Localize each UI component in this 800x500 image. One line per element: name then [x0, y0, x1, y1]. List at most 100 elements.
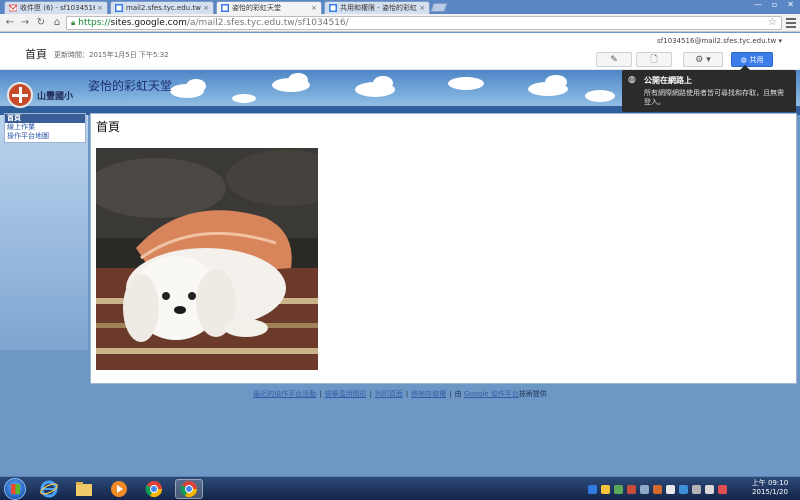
globe-icon: ◍ — [628, 75, 636, 85]
tab-label: 共用和權限 - 姿怡的彩虹 — [340, 4, 417, 12]
tab-label: 收件匣 (6) - sf1034516@ — [20, 4, 95, 12]
clock-time: 上午 09:10 — [751, 479, 789, 487]
sidebar-item-site-map[interactable]: 操作平台地圖 — [5, 132, 85, 141]
recent-activity-link[interactable]: 最近的協作平台活動 — [253, 390, 316, 398]
tab-gmail[interactable]: 收件匣 (6) - sf1034516@ × — [4, 1, 108, 14]
home-icon[interactable]: ⌂ — [51, 17, 63, 29]
close-window-icon[interactable]: ✕ — [787, 0, 794, 10]
close-icon[interactable]: × — [419, 4, 425, 12]
chrome-icon — [180, 481, 198, 498]
share-button[interactable]: ◍ 共用 — [731, 52, 773, 67]
school-logo — [7, 82, 33, 108]
tray-app-icon[interactable] — [679, 484, 688, 494]
bookmark-star-icon[interactable]: ☆ — [768, 17, 777, 28]
footer-by: 由 — [454, 390, 462, 398]
tray-app-icon[interactable] — [653, 484, 662, 494]
new-tab-button[interactable] — [430, 3, 448, 12]
system-tray — [588, 483, 738, 495]
footer-provided: 技術提供 — [518, 390, 547, 398]
taskbar: 上午 09:10 2015/1/20 — [0, 476, 800, 500]
edit-page-button[interactable]: ✎ — [596, 52, 632, 67]
reload-icon[interactable]: ↻ — [35, 17, 47, 29]
windows-logo-icon — [11, 484, 20, 494]
main-content: 首頁 — [90, 113, 797, 384]
share-label: 共用 — [749, 55, 764, 64]
tab-label: mail2.sfes.tyc.edu.tw 協作 — [126, 4, 201, 12]
sites-icon — [115, 4, 123, 12]
remove-access-link[interactable]: 移除存取權 — [411, 390, 446, 398]
forward-icon[interactable]: → — [19, 17, 31, 29]
window-controls: — ▫ ✕ — [754, 0, 794, 10]
tab-label: 姿怡的彩虹天堂 — [232, 4, 281, 12]
tab-mail2-sites[interactable]: mail2.sfes.tyc.edu.tw 協作 × — [110, 1, 214, 14]
flag-icon[interactable] — [718, 484, 727, 494]
sites-icon — [329, 4, 337, 12]
start-button[interactable] — [4, 478, 26, 500]
folder-icon — [76, 482, 92, 496]
print-page-link[interactable]: 列印頁面 — [375, 390, 403, 398]
site-name[interactable]: 姿怡的彩虹天堂 — [88, 77, 172, 94]
address-bar[interactable]: 🔒︎ https://sites.google.com/a/mail2.sfes… — [66, 16, 782, 30]
taskbar-ie[interactable] — [35, 479, 63, 499]
sidebar-background — [0, 115, 88, 350]
taskbar-media-player[interactable] — [105, 479, 133, 499]
globe-icon: ◍ — [740, 55, 747, 64]
dog-photo — [96, 148, 318, 370]
tab-sharing[interactable]: 共用和權限 - 姿怡的彩虹 × — [324, 1, 430, 14]
back-icon[interactable]: ← — [4, 17, 16, 29]
account-menu[interactable]: sf1034516@mail2.sfes.tyc.edu.tw ▾ — [657, 37, 782, 45]
close-icon[interactable]: × — [203, 4, 209, 12]
tray-app-icon[interactable] — [640, 484, 649, 494]
taskbar-clock[interactable]: 上午 09:10 2015/1/20 — [745, 479, 795, 497]
more-actions-button[interactable]: ⚙ ▾ — [683, 52, 723, 67]
taskbar-explorer[interactable] — [70, 479, 98, 499]
school-name: 山豐國小 — [37, 92, 74, 102]
sidebar-item-online-homework[interactable]: 線上作業 — [5, 123, 85, 132]
clock-date: 2015/1/20 — [752, 488, 788, 496]
tray-app-icon[interactable] — [627, 484, 636, 494]
tooltip-title: 公開在網路上 — [644, 76, 692, 85]
cloud-decoration — [232, 94, 256, 103]
site-footer: 最近的協作平台活動 | 檢舉濫用情形 | 列印頁面 | 移除存取權 | 由 Google 協作平… — [253, 390, 547, 398]
cloud-decoration — [373, 76, 393, 90]
gmail-icon — [9, 4, 17, 12]
help-icon[interactable] — [601, 484, 610, 494]
new-page-button[interactable]: 🗋︎ — [636, 52, 672, 67]
content-title: 首頁 — [96, 120, 121, 134]
close-icon[interactable]: × — [97, 4, 103, 12]
chrome-icon — [145, 481, 163, 498]
lock-icon: 🔒︎ — [71, 18, 76, 27]
close-icon[interactable]: × — [311, 4, 317, 12]
url-host: sites.google.com — [110, 18, 187, 28]
dog-photo-image — [96, 148, 318, 370]
media-player-icon — [111, 481, 127, 497]
updated-time: 更新時間：2015年1月5日 下午5:32 — [54, 51, 169, 59]
network-icon[interactable] — [692, 484, 701, 494]
visibility-tooltip: ◍ 公開在網路上 所有網際網路使用者皆可尋找和存取，且無需登入。 — [622, 65, 796, 112]
maximize-icon[interactable]: ▫ — [772, 0, 777, 10]
google-sites-link[interactable]: Google 協作平台 — [464, 390, 519, 398]
volume-icon[interactable] — [705, 484, 714, 494]
ie-icon — [40, 480, 58, 498]
taskbar-chrome[interactable] — [140, 479, 168, 499]
url-scheme: https:// — [78, 18, 111, 28]
tray-app-icon[interactable] — [666, 484, 675, 494]
sidebar-item-home[interactable]: 首頁 — [5, 114, 85, 123]
cloud-decoration — [448, 77, 484, 90]
tab-strip: 收件匣 (6) - sf1034516@ × mail2.sfes.tyc.ed… — [0, 0, 800, 14]
tab-current-site[interactable]: 姿怡的彩虹天堂 × — [216, 1, 322, 14]
sites-icon — [221, 4, 229, 12]
taskbar-chrome-active[interactable] — [175, 479, 203, 499]
language-icon[interactable] — [588, 484, 597, 494]
report-abuse-link[interactable]: 檢舉濫用情形 — [325, 390, 367, 398]
browser-toolbar: ← → ↻ ⌂ 🔒︎ https://sites.google.com/a/ma… — [0, 14, 800, 32]
tooltip-body: 所有網際網路使用者皆可尋找和存取，且無需登入。 — [644, 89, 784, 106]
gear-icon: ⚙ ▾ — [695, 54, 711, 65]
cloud-decoration — [288, 73, 308, 87]
minimize-icon[interactable]: — — [754, 0, 762, 10]
tray-app-icon[interactable] — [614, 484, 623, 494]
page-title: 首頁 — [25, 48, 47, 61]
cloud-decoration — [186, 79, 206, 93]
chrome-menu-icon[interactable] — [786, 18, 796, 28]
cloud-decoration — [585, 90, 615, 102]
